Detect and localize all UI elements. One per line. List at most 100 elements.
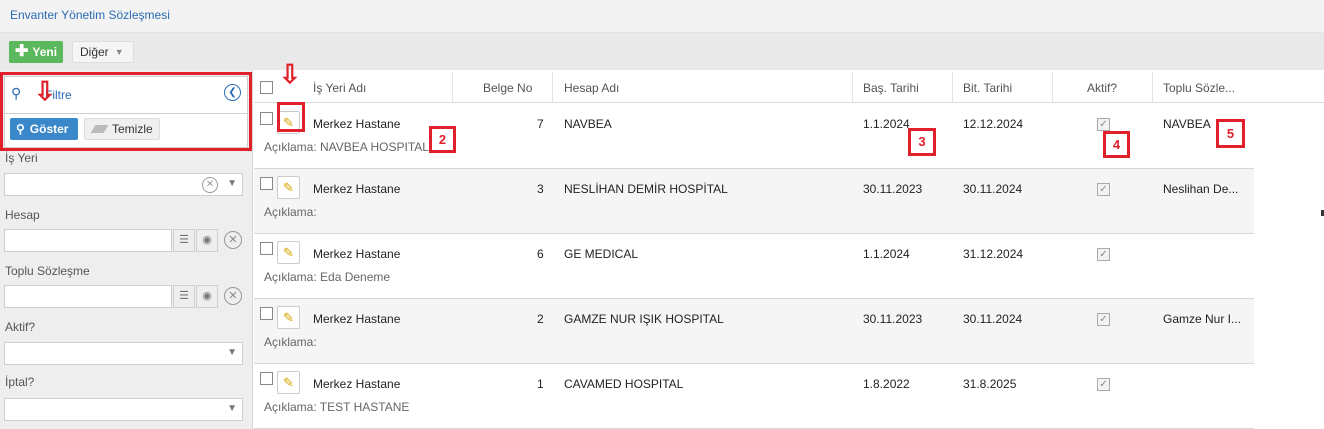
active-checkbox: ✓ [1097,183,1110,196]
account-input[interactable] [4,229,172,252]
select-all-checkbox[interactable] [260,81,273,94]
cell-bulk-contract: Gamze Nur I... [1163,312,1242,326]
workplace-label: İş Yeri [5,151,38,165]
row-checkbox[interactable] [260,242,273,255]
column-header-account[interactable]: Hesap Adı [564,81,619,95]
column-header-active[interactable]: Aktif? [1087,81,1117,95]
table-row[interactable]: ✎ Merkez Hastane 6 GE MEDICAL 1.1.2024 3… [254,234,1254,299]
column-divider[interactable] [1152,72,1153,103]
list-icon[interactable]: ☰ [173,285,195,308]
cell-start-date: 30.11.2023 [863,312,923,326]
clear-icon[interactable]: ✕ [202,177,218,193]
row-description: Açıklama: Eda Deneme [264,270,391,284]
plus-icon: ✚ [15,43,29,60]
cell-end-date: 30.11.2024 [963,182,1023,196]
new-button[interactable]: ✚ Yeni [9,41,63,63]
row-checkbox[interactable] [260,307,273,320]
column-header-doc-no[interactable]: Belge No [483,81,532,95]
active-select[interactable]: ▼ [4,342,243,365]
edit-icon[interactable]: ✎ [277,306,300,329]
cell-account: NAVBEA [564,117,612,131]
cell-start-date: 30.11.2023 [863,182,923,196]
column-header-start-date[interactable]: Baş. Tarihi [863,81,919,95]
active-checkbox: ✓ [1097,248,1110,261]
cell-workplace: Merkez Hastane [313,377,401,391]
row-description: Açıklama: [264,205,317,219]
cell-start-date: 1.1.2024 [863,117,910,131]
workplace-select[interactable]: ✕ ▼ [4,173,243,196]
edit-icon[interactable]: ✎ [277,241,300,264]
other-menu-button[interactable]: Diğer ▼ [72,41,134,63]
cell-account: NESLİHAN DEMİR HOSPİTAL [564,182,728,196]
cell-end-date: 30.11.2024 [963,312,1023,326]
clear-icon[interactable]: ✕ [224,231,242,249]
column-divider[interactable] [952,72,953,103]
new-button-label: Yeni [32,45,58,59]
annotation-number-3: 3 [908,128,936,156]
active-checkbox: ✓ [1097,313,1110,326]
column-divider[interactable] [1052,72,1053,103]
cell-start-date: 1.1.2024 [863,247,910,261]
cell-doc-no: 2 [537,312,544,326]
cell-end-date: 31.12.2024 [963,247,1024,261]
cell-doc-no: 6 [537,247,544,261]
cell-end-date: 31.8.2025 [963,377,1017,391]
column-divider[interactable] [452,72,453,103]
cell-workplace: Merkez Hastane [313,312,401,326]
cancel-label: İptal? [5,375,35,389]
cancel-select[interactable]: ▼ [4,398,243,421]
row-checkbox[interactable] [260,112,273,125]
clear-icon[interactable]: ✕ [224,287,242,305]
list-icon[interactable]: ☰ [173,229,195,252]
cell-workplace: Merkez Hastane [313,117,401,131]
cell-doc-no: 1 [537,377,544,391]
cell-workplace: Merkez Hastane [313,182,401,196]
column-header-end-date[interactable]: Bit. Tarihi [963,81,1012,95]
chevron-down-icon[interactable]: ▼ [227,347,237,358]
page-title[interactable]: Envanter Yönetim Sözleşmesi [10,8,170,22]
active-checkbox: ✓ [1097,378,1110,391]
title-bar: Envanter Yönetim Sözleşmesi [0,0,1324,33]
table-row[interactable]: ✎ Merkez Hastane 1 CAVAMED HOSPITAL 1.8.… [254,364,1254,429]
cell-doc-no: 3 [537,182,544,196]
cell-bulk-contract: Neslihan De... [1163,182,1239,196]
eye-icon[interactable]: ◉ [196,285,218,308]
cell-doc-no: 7 [537,117,544,131]
row-checkbox[interactable] [260,372,273,385]
column-header-bulk-contract[interactable]: Toplu Sözle... [1163,81,1235,95]
edit-icon[interactable]: ✎ [277,176,300,199]
other-button-label: Diğer [80,45,109,59]
column-header-workplace[interactable]: İş Yeri Adı [313,81,366,95]
table-row[interactable]: ✎ Merkez Hastane 3 NESLİHAN DEMİR HOSPİT… [254,169,1254,234]
row-description: Açıklama: TEST HASTANE [264,400,410,414]
annotation-edit-box [277,102,305,132]
row-checkbox[interactable] [260,177,273,190]
annotation-number-4: 4 [1103,131,1130,158]
cell-account: GE MEDICAL [564,247,639,261]
chevron-down-icon[interactable]: ▼ [227,178,237,189]
column-divider[interactable] [852,72,853,103]
chevron-down-icon: ▼ [114,47,124,57]
row-description: Açıklama: NAVBEA HOSPITAL [264,140,429,154]
bulk-contract-picker: ☰ ◉ ✕ [4,285,243,308]
cell-account: CAVAMED HOSPITAL [564,377,684,391]
chevron-down-icon[interactable]: ▼ [227,403,237,414]
active-label: Aktif? [5,320,36,334]
cell-start-date: 1.8.2022 [863,377,910,391]
row-description: Açıklama: [264,335,317,349]
annotation-arrow-down-icon: ⇩ [34,76,56,106]
bulk-contract-input[interactable] [4,285,172,308]
cell-bulk-contract: NAVBEA [1163,117,1211,131]
edit-icon[interactable]: ✎ [277,371,300,394]
eye-icon[interactable]: ◉ [196,229,218,252]
grid-header: İş Yeri Adı Belge No Hesap Adı Baş. Tari… [254,72,1324,103]
account-label: Hesap [5,208,40,222]
account-picker: ☰ ◉ ✕ [4,229,243,252]
column-divider[interactable] [552,72,553,103]
cell-workplace: Merkez Hastane [313,247,401,261]
bulk-contract-label: Toplu Sözleşme [5,264,90,278]
table-row[interactable]: ✎ Merkez Hastane 2 GAMZE NUR IŞIK HOSPIT… [254,299,1254,364]
annotation-number-5: 5 [1216,119,1245,148]
annotation-arrow-down-icon: ⇩ [279,59,301,89]
annotation-number-2: 2 [429,126,456,153]
